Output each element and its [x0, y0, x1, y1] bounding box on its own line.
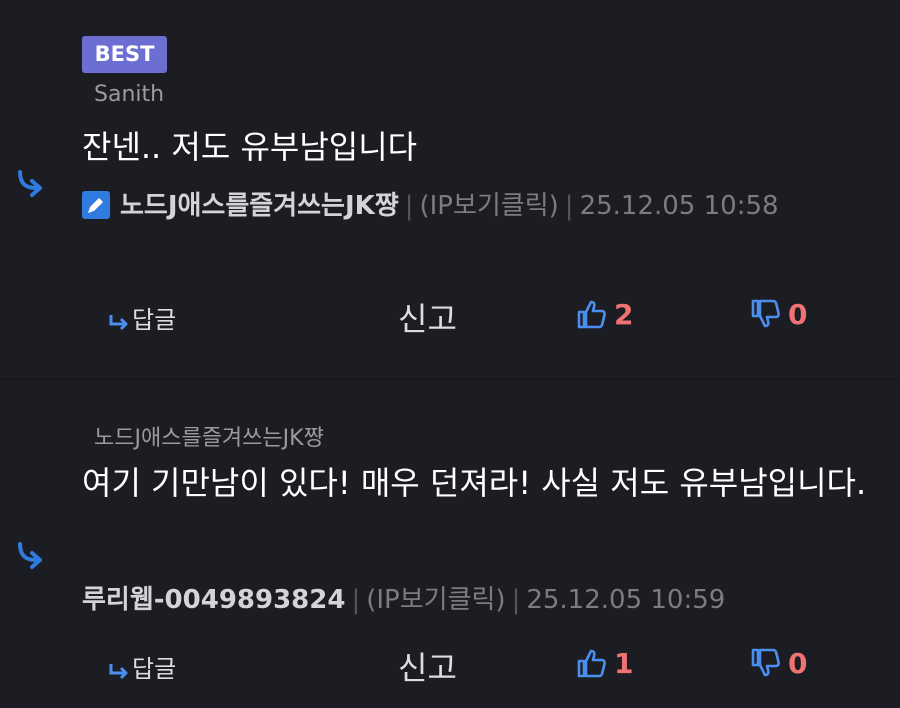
thumbs-down-icon: [751, 648, 780, 677]
best-badge: BEST: [82, 36, 167, 73]
reply-button[interactable]: 답글: [108, 300, 176, 335]
quoted-user: 노드J애스를즐겨쓰는JK쨩: [94, 426, 324, 451]
comment-content: 잔넨.. 저도 유부남입니다: [82, 128, 418, 166]
downvote-count: 0: [788, 647, 808, 680]
upvote-count: 2: [614, 298, 634, 331]
timestamp: 25.12.05 10:59: [526, 585, 726, 615]
comment-meta: 루리웹-0049893824 | (IP보기클릭) | 25.12.05 10:59: [82, 577, 862, 623]
upvote-button[interactable]: 2: [576, 298, 633, 331]
author-name[interactable]: 노드J애스를즐겨쓰는JK쨩: [120, 191, 399, 221]
report-button[interactable]: 신고: [398, 294, 457, 340]
reply-small-arrow-icon: [109, 664, 128, 680]
reply-arrow-icon: [18, 542, 42, 569]
action-row: 답글 신고 2 0: [0, 294, 900, 338]
thumbs-down-icon: [751, 299, 780, 328]
separator: |: [564, 191, 574, 221]
ip-view-link[interactable]: (IP보기클릭): [366, 585, 505, 615]
comment-meta: 노드J애스를즐겨쓰는JK쨩 | (IP보기클릭) | 25.12.05 10:58: [82, 183, 862, 229]
reply-button[interactable]: 답글: [108, 649, 176, 684]
downvote-button[interactable]: 0: [750, 298, 807, 331]
upvote-button[interactable]: 1: [576, 647, 633, 680]
separator: |: [351, 585, 361, 615]
upvote-count: 1: [614, 647, 634, 680]
quoted-user: Sanith: [94, 82, 165, 107]
downvote-count: 0: [788, 298, 808, 331]
separator: |: [511, 585, 521, 615]
author-name[interactable]: 루리웹-0049893824: [82, 585, 345, 615]
timestamp: 25.12.05 10:58: [579, 191, 779, 221]
comment-item: BEST Sanith 잔넨.. 저도 유부남입니다 노드J애스를즐겨쓰는JK쨩…: [0, 0, 900, 378]
action-row: 답글 신고 1 0: [0, 643, 900, 687]
separator: |: [404, 191, 414, 221]
reply-arrow-icon: [18, 170, 42, 197]
report-button[interactable]: 신고: [398, 643, 457, 689]
downvote-button[interactable]: 0: [750, 647, 807, 680]
reply-small-arrow-icon: [109, 315, 128, 331]
comment-item: 노드J애스를즐겨쓰는JK쨩 여기 기만남이 있다! 매우 던져라! 사실 저도 …: [0, 380, 900, 708]
reply-label: 답글: [132, 306, 177, 334]
thumbs-up-icon: [577, 300, 606, 329]
reply-label: 답글: [132, 655, 177, 683]
thumbs-up-icon: [577, 649, 606, 678]
edit-icon: [82, 191, 110, 219]
comment-content: 여기 기만남이 있다! 매우 던져라! 사실 저도 유부남입니다.: [82, 464, 867, 502]
ip-view-link[interactable]: (IP보기클릭): [419, 191, 558, 221]
